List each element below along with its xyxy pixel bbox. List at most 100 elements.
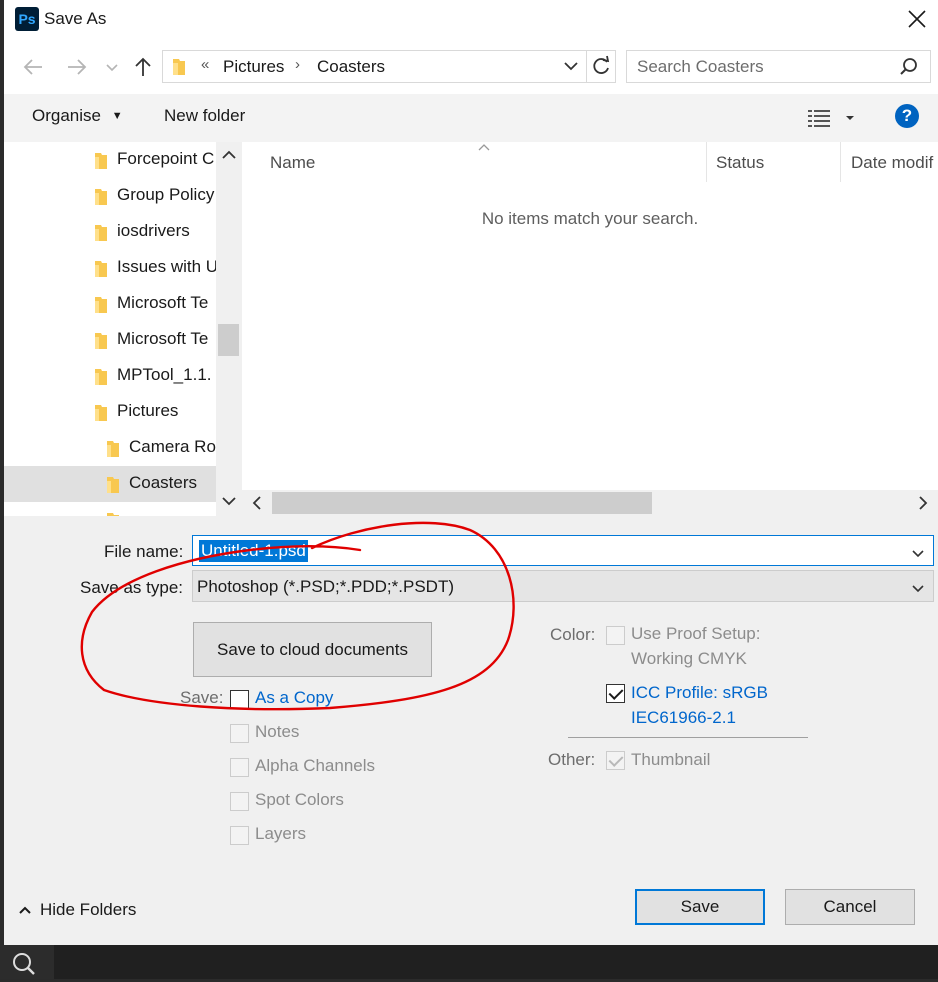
save-option-checkbox[interactable] <box>230 826 249 845</box>
breadcrumb-overflow-icon[interactable]: « <box>201 56 209 73</box>
list-scroll-thumb[interactable] <box>272 492 652 514</box>
organise-menu-button[interactable]: Organise ▼ <box>32 106 123 126</box>
column-divider[interactable] <box>840 142 841 182</box>
tree-item[interactable]: Forcepoint C <box>4 142 216 178</box>
photoshop-app-icon: Ps <box>15 7 39 31</box>
column-header-name[interactable]: Name <box>270 153 315 173</box>
taskbar <box>0 945 938 979</box>
navigation-bar: « Pictures › Coasters Search Coasters <box>4 40 938 94</box>
file-name-field[interactable]: Untitled-1.psd <box>192 535 934 566</box>
save-option-checkbox[interactable] <box>230 792 249 811</box>
tree-item[interactable]: Microsoft Te <box>4 322 216 358</box>
empty-list-message: No items match your search. <box>481 209 699 228</box>
save-to-cloud-button[interactable]: Save to cloud documents <box>193 622 432 677</box>
tree-item[interactable]: Issues with U <box>4 250 216 286</box>
back-arrow-icon[interactable] <box>20 54 46 80</box>
folder-icon <box>104 475 122 500</box>
column-header-date-modified[interactable]: Date modif <box>851 153 933 173</box>
tree-scroll-thumb[interactable] <box>218 324 239 356</box>
search-input[interactable]: Search Coasters <box>637 57 764 77</box>
options-divider <box>568 737 808 738</box>
folder-tree: Forcepoint C Group Policy iosdrivers Issues… <box>4 142 216 516</box>
proof-setup-profile-label: Working CMYK <box>631 649 747 668</box>
help-icon[interactable]: ? <box>895 104 919 128</box>
scroll-left-icon[interactable] <box>250 495 264 511</box>
breadcrumb-separator-icon[interactable]: › <box>295 56 300 73</box>
refresh-icon[interactable] <box>586 50 616 83</box>
list-horizontal-scrollbar[interactable] <box>242 490 938 516</box>
save-as-type-dropdown-icon[interactable] <box>911 580 925 600</box>
thumbnail-checkbox[interactable] <box>606 751 625 770</box>
folder-icon <box>92 331 110 356</box>
search-icon[interactable] <box>899 57 919 82</box>
tree-item[interactable]: MPTool_1.1. <box>4 358 216 394</box>
scroll-up-icon[interactable] <box>221 148 237 162</box>
breadcrumb-pictures[interactable]: Pictures <box>223 57 284 77</box>
address-bar[interactable]: « Pictures › Coasters <box>162 50 588 83</box>
file-name-label: File name: <box>104 542 184 561</box>
save-option-checkbox[interactable] <box>230 758 249 777</box>
tree-item[interactable]: Pictures <box>4 394 216 430</box>
tree-item[interactable]: Microsoft Te <box>4 286 216 322</box>
sort-ascending-icon <box>478 144 490 151</box>
other-options-label: Other: <box>548 750 596 769</box>
thumbnail-label: Thumbnail <box>631 750 711 769</box>
tree-item-label: iosdrivers <box>117 221 190 240</box>
save-option-label: As a Copy <box>255 688 334 707</box>
tree-item-label: Forcepoint C <box>117 149 215 168</box>
save-as-type-select[interactable]: Photoshop (*.PSD;*.PDD;*.PSDT) <box>192 570 934 602</box>
save-as-type-label: Save as type: <box>80 578 184 597</box>
folder-icon <box>104 439 122 464</box>
new-folder-button[interactable]: New folder <box>164 106 245 126</box>
close-icon[interactable] <box>904 6 930 32</box>
tree-item[interactable]: Group Policy <box>4 178 216 214</box>
save-option-label: Spot Colors <box>255 790 344 809</box>
save-button[interactable]: Save <box>635 889 765 925</box>
recent-locations-chevron-icon[interactable] <box>104 54 120 80</box>
folder-icon <box>92 223 110 248</box>
file-name-value[interactable]: Untitled-1.psd <box>199 540 308 562</box>
forward-arrow-icon[interactable] <box>64 54 90 80</box>
change-view-icon[interactable] <box>808 108 860 133</box>
tree-scrollbar[interactable] <box>216 142 241 516</box>
save-option-label: Notes <box>255 722 300 741</box>
icc-profile-checkbox[interactable] <box>606 684 625 703</box>
search-box[interactable]: Search Coasters <box>626 50 931 83</box>
save-option-checkbox[interactable] <box>230 690 249 709</box>
cancel-button[interactable]: Cancel <box>785 889 915 925</box>
up-arrow-icon[interactable] <box>130 54 156 80</box>
scroll-down-icon[interactable] <box>221 494 237 508</box>
tree-item[interactable]: Camera Ro <box>4 430 216 466</box>
folder-icon <box>92 367 110 392</box>
chevron-up-icon <box>18 900 32 920</box>
color-options-label: Color: <box>550 625 596 644</box>
tree-item-label: MPTool_1.1. <box>117 365 212 384</box>
file-list: Name Status Date modif No items match yo… <box>242 142 938 516</box>
command-bar: Organise ▼ New folder ? <box>4 94 938 142</box>
taskbar-search-button[interactable] <box>0 945 54 979</box>
file-name-dropdown-icon[interactable] <box>911 545 925 565</box>
column-divider[interactable] <box>706 142 707 182</box>
tree-item-partial[interactable] <box>4 502 216 516</box>
save-option-checkbox[interactable] <box>230 724 249 743</box>
organise-label: Organise <box>32 106 101 125</box>
tree-item[interactable]: Coasters <box>4 466 216 502</box>
dropdown-caret-icon: ▼ <box>111 110 123 122</box>
tree-item[interactable]: iosdrivers <box>4 214 216 250</box>
tree-item-label: Coasters <box>129 473 198 492</box>
hide-folders-toggle[interactable]: Hide Folders <box>18 900 136 920</box>
scroll-right-icon[interactable] <box>916 495 930 511</box>
icc-profile-label: ICC Profile: sRGB <box>631 683 768 702</box>
address-dropdown-icon[interactable] <box>563 58 579 79</box>
folder-icon <box>92 295 110 320</box>
save-options-panel: File name: Untitled-1.psd Save as type: … <box>4 516 938 945</box>
use-proof-setup-checkbox[interactable] <box>606 626 625 645</box>
use-proof-setup-label: Use Proof Setup: <box>631 624 761 643</box>
hide-folders-label: Hide Folders <box>40 900 137 919</box>
breadcrumb-coasters[interactable]: Coasters <box>317 57 385 77</box>
folder-icon <box>92 151 110 176</box>
column-header-status[interactable]: Status <box>716 153 764 173</box>
folder-icon <box>92 403 110 428</box>
icc-profile-name: IEC61966-2.1 <box>631 708 736 727</box>
save-options-label: Save: <box>180 688 224 707</box>
